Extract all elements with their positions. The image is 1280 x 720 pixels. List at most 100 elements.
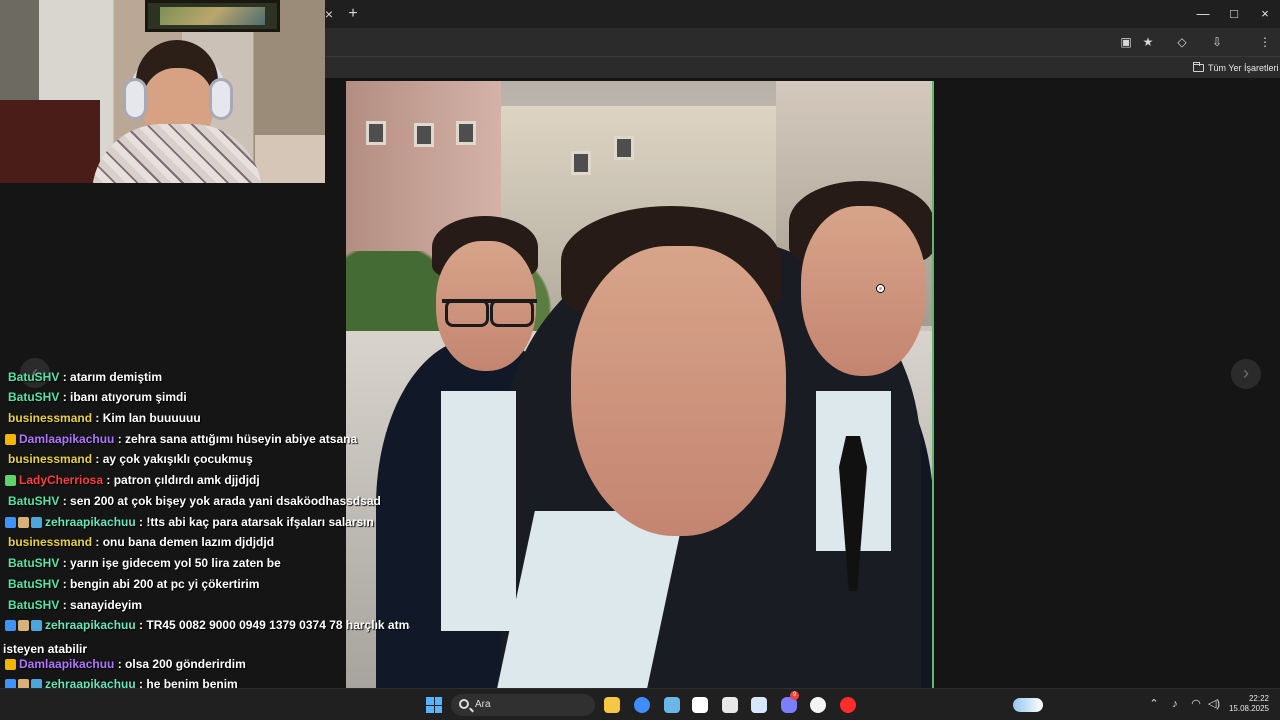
chat-badges [5,475,16,486]
address-bar[interactable] [330,31,1110,53]
building-window [456,121,476,145]
maximize-button[interactable]: □ [1223,4,1245,24]
windows-logo-pane [426,705,434,713]
windows-logo-pane [434,705,442,713]
start-button[interactable] [426,697,442,713]
left-person-shirt [441,391,516,631]
folder-icon[interactable] [604,697,620,713]
chat-message: zehraapikachuu : he benim benim [5,677,238,688]
clock[interactable]: 22:22 15.08.2025 [1226,694,1269,714]
chat-badge-icon [5,434,16,445]
windows-logo-pane [434,697,442,705]
chat-username: businessmand [8,535,93,549]
all-bookmarks-label: Tüm Yer İşaretleri [1208,63,1279,73]
windows-logo-pane [426,697,434,705]
chat-message: zehraapikachuu : TR45 0082 9000 0949 137… [5,618,410,636]
stream-chat: BatuSHV : atarım demiştim BatuSHV : iban… [0,365,410,688]
minimize-button[interactable]: — [1192,4,1214,24]
chat-text: : olsa 200 gönderirdim [117,657,246,671]
chat-badge-icon [18,517,29,528]
room-shadow [0,100,100,183]
wall-painting [145,0,280,32]
chat-text: : !tts abi kaç para atarsak ifşaları sal… [139,515,374,529]
chat-text: : patron çıldırdı amk djjdjdj [106,473,260,487]
cast-icon[interactable]: ▣ [1116,32,1136,52]
chat-text: : he benim benim [139,677,238,688]
chat-message: businessmand : onu bana demen lazım djdj… [5,535,274,553]
chat-username: BatuSHV [8,390,60,404]
chat-badges [5,517,42,528]
chat-username: BatuSHV [8,494,60,508]
chat-text: : TR45 0082 9000 0949 1379 0374 78 harçl… [139,618,410,632]
chat-username: businessmand [8,411,93,425]
chat-username: zehraapikachuu [45,515,136,529]
epic-games-icon[interactable] [722,697,738,713]
zoom-cursor-icon [877,285,884,292]
chat-message: Damlaapikachuu : olsa 200 gönderirdim [5,657,246,675]
browser-window: × + — □ × ▣ ★ ◇ ⇩ ⋮ Tüm Yer İşaretleri ‹… [0,0,1280,688]
menu-icon[interactable]: ⋮ [1255,32,1275,52]
chat-username: LadyCherriosa [19,473,104,487]
clock-date: 15.08.2025 [1228,704,1269,713]
chat-text: : ibanı atıyorum şimdi [62,390,187,404]
chat-text: : ay çok yakışıklı çocukmuş [95,452,253,466]
taskbar-search[interactable]: Ara [451,694,1043,716]
chat-message: BatuSHV : atarım demiştim [5,370,162,388]
search-icon [459,699,469,709]
chat-badge-icon [18,620,29,631]
chat-text: : sen 200 at çok bişey yok arada yani ds… [62,494,381,508]
chat-message: BatuSHV : yarın işe gidecem yol 50 lira … [5,556,281,574]
right-earcup [209,78,233,120]
building-window [614,136,634,160]
camera-app-icon[interactable] [810,697,826,713]
building-window [571,151,591,175]
new-tab-button[interactable]: + [344,5,362,23]
windows-taskbar: Ara 9 ⌃ ♪ ◠ ◁) 22:22 15.08.2025 [0,688,1280,720]
star-icon[interactable]: ★ [1138,32,1158,52]
chat-username: Damlaapikachuu [19,432,115,446]
extensions-icon[interactable]: ◇ [1172,32,1192,52]
chat-username: BatuSHV [8,577,60,591]
chat-badge-icon [5,475,16,486]
chat-message: zehraapikachuu : !tts abi kaç para atars… [5,515,374,533]
chat-text: : Kim lan buuuuuu [95,411,201,425]
chat-badges [5,434,16,445]
chat-username: businessmand [8,452,93,466]
steam-icon[interactable] [664,697,680,713]
chat-text: : zehra sana attığımı hüseyin abiye atsa… [117,432,358,446]
notification-badge: 9 [790,691,799,700]
chat-username: zehraapikachuu [45,677,136,688]
clock-time: 22:22 [1248,694,1269,703]
obs-icon[interactable] [692,697,708,713]
chat-badge-icon [31,679,42,688]
chat-badge-icon [5,517,16,528]
displayed-photo [346,81,934,688]
chat-username: BatuSHV [8,556,60,570]
chat-badge-icon [31,620,42,631]
chat-text: : atarım demiştim [62,370,163,384]
opera-icon[interactable] [840,697,856,713]
close-window-button[interactable]: × [1254,4,1276,24]
chat-message: BatuSHV : sen 200 at çok bişey yok arada… [5,494,381,512]
center-person-face [571,246,786,536]
chat-badge-icon [5,620,16,631]
streamer-person [88,40,278,183]
chat-badge-icon [5,659,16,670]
speaker-icon[interactable]: ◁) [1206,697,1222,712]
download-icon[interactable]: ⇩ [1207,32,1227,52]
game-launcher-icon[interactable] [751,697,767,713]
chat-badges [5,659,16,670]
all-bookmarks-folder[interactable]: Tüm Yer İşaretleri [1193,61,1279,75]
chevron-up-icon[interactable]: ⌃ [1148,697,1160,712]
next-image-button[interactable]: › [1231,359,1261,389]
chat-username: Damlaapikachuu [19,657,115,671]
chat-message: businessmand : Kim lan buuuuuu [5,411,201,429]
chat-message: Damlaapikachuu : zehra sana attığımı hüs… [5,432,357,450]
wifi-icon[interactable]: ◠ [1190,697,1202,712]
chat-badges [5,679,42,688]
building-window [414,123,434,147]
chat-message: BatuSHV : bengin abi 200 at pc yi çökert… [5,577,259,595]
chrome-icon[interactable] [634,697,650,713]
microphone-icon[interactable]: ♪ [1169,697,1181,712]
chat-username: zehraapikachuu [45,618,136,632]
